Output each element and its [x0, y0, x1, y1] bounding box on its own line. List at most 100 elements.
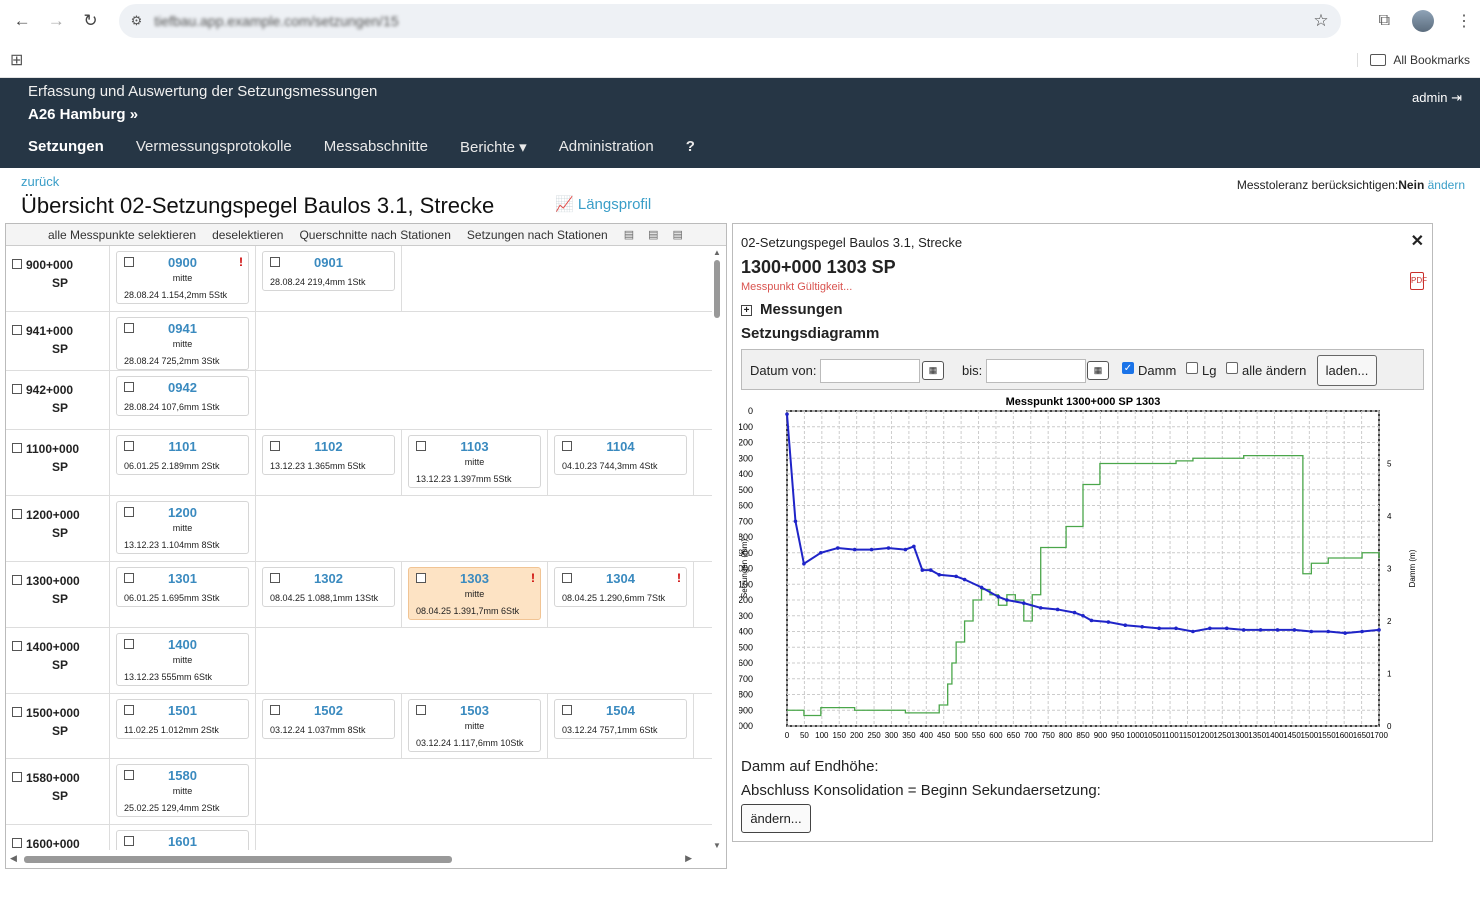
horizontal-scrollbar[interactable]: ◀ ▶	[6, 850, 712, 868]
scroll-up-icon[interactable]: ▲	[713, 248, 721, 257]
station-checkbox[interactable]	[12, 838, 22, 848]
point-name[interactable]: 1400	[117, 637, 248, 652]
logout-icon[interactable]: ⇥	[1451, 90, 1462, 105]
station-label[interactable]: 900+000 SP	[6, 246, 110, 311]
date-to-input[interactable]	[986, 359, 1086, 383]
point-card[interactable]: 1503 mitte 03.12.24 1.117,6mm 10Stk	[408, 699, 541, 752]
point-card[interactable]: 0901 28.08.24 219,4mm 1Stk	[262, 251, 395, 291]
point-name[interactable]: 1302	[263, 571, 394, 586]
close-icon[interactable]: ✕	[1411, 231, 1424, 251]
point-card[interactable]: 0942 28.08.24 107,6mm 1Stk	[116, 376, 249, 416]
apps-grid-icon[interactable]: ⊞	[10, 50, 23, 70]
point-name[interactable]: 1304	[555, 571, 686, 586]
point-card[interactable]: 1103 mitte 13.12.23 1.397mm 5Stk	[408, 435, 541, 488]
pdf-icon[interactable]: PDF	[1410, 272, 1427, 290]
back-link[interactable]: zurück	[21, 174, 59, 189]
station-label[interactable]: 1200+000 SP	[6, 496, 110, 561]
point-card[interactable]: 1502 03.12.24 1.037mm 8Stk	[262, 699, 395, 739]
profile-avatar[interactable]	[1412, 10, 1434, 32]
tolerance-change-link[interactable]: ändern	[1428, 178, 1465, 192]
date-from-input[interactable]	[820, 359, 920, 383]
excel-export-icon[interactable]: ▤	[624, 228, 634, 241]
scroll-down-icon[interactable]: ▼	[713, 841, 721, 850]
all-bookmarks[interactable]: All Bookmarks	[1357, 52, 1470, 67]
menu-help[interactable]: ?	[686, 138, 695, 156]
station-checkbox[interactable]	[12, 641, 22, 651]
point-card[interactable]: 1304 08.04.25 1.290,6mm 7Stk!	[554, 567, 687, 607]
station-label[interactable]: 1600+000SP	[6, 825, 110, 850]
point-name[interactable]: 1303	[409, 571, 540, 586]
menu-setzungen[interactable]: Setzungen	[28, 138, 104, 156]
station-label[interactable]: 941+000 SP	[6, 312, 110, 370]
settlements-button[interactable]: Setzungen nach Stationen	[467, 228, 608, 242]
point-name[interactable]: 1101	[117, 439, 248, 454]
point-name[interactable]: 1502	[263, 703, 394, 718]
reload-icon[interactable]: ↻	[76, 6, 104, 36]
station-label[interactable]: 1500+000 SP	[6, 694, 110, 758]
messungen-toggle[interactable]: + Messungen	[741, 301, 843, 318]
point-card[interactable]: 1504 03.12.24 757,1mm 6Stk	[554, 699, 687, 739]
menu-administration[interactable]: Administration	[559, 138, 654, 156]
point-name[interactable]: 0941	[117, 321, 248, 336]
forward-arrow-icon[interactable]: →	[42, 6, 70, 36]
point-name[interactable]: 1104	[555, 439, 686, 454]
point-name[interactable]: 1503	[409, 703, 540, 718]
point-card[interactable]: 1102 13.12.23 1.365mm 5Stk	[262, 435, 395, 475]
station-label[interactable]: 1580+000 SP	[6, 759, 110, 824]
vscroll-thumb[interactable]	[714, 260, 720, 318]
vertical-scrollbar[interactable]: ▲ ▼	[711, 246, 723, 850]
point-card[interactable]: 0900 mitte 28.08.24 1.154,2mm 5Stk!	[116, 251, 249, 304]
point-card[interactable]: 1101 06.01.25 2.189mm 2Stk	[116, 435, 249, 475]
point-name[interactable]: 1580	[117, 768, 248, 783]
station-label[interactable]: 1100+000 SP	[6, 430, 110, 495]
station-checkbox[interactable]	[12, 443, 22, 453]
point-card[interactable]: 1302 08.04.25 1.088,1mm 13Stk	[262, 567, 395, 607]
station-checkbox[interactable]	[12, 575, 22, 585]
deselect-button[interactable]: deselektieren	[212, 228, 283, 242]
point-card[interactable]: 0941 mitte 28.08.24 725,2mm 3Stk	[116, 317, 249, 370]
point-card[interactable]: 1400 mitte 13.12.23 555mm 6Stk	[116, 633, 249, 686]
station-checkbox[interactable]	[12, 325, 22, 335]
damm-checkbox[interactable]: ✓	[1122, 362, 1134, 374]
point-name[interactable]: 0942	[117, 380, 248, 395]
point-name[interactable]: 0901	[263, 255, 394, 270]
laengsprofil-link[interactable]: 📈 Längsprofil	[555, 195, 651, 213]
user-menu[interactable]: admin ⇥	[1412, 90, 1462, 106]
point-card[interactable]: 1601	[116, 830, 249, 850]
point-card[interactable]: 1301 06.01.25 1.695mm 3Stk	[116, 567, 249, 607]
validity-link[interactable]: Messpunkt Gültigkeit...	[741, 281, 852, 293]
project-name[interactable]: A26 Hamburg »	[28, 106, 138, 123]
expand-plus-icon[interactable]: +	[741, 305, 752, 316]
menu-vermessungsprotokolle[interactable]: Vermessungsprotokolle	[136, 138, 292, 156]
hscroll-thumb[interactable]	[24, 856, 452, 863]
point-name[interactable]: 1601	[117, 834, 248, 849]
point-name[interactable]: 1504	[555, 703, 686, 718]
bookmark-star-icon[interactable]: ☆	[1313, 11, 1328, 31]
browser-menu-icon[interactable]: ⋮	[1456, 11, 1472, 31]
menu-messabschnitte[interactable]: Messabschnitte	[324, 138, 428, 156]
scroll-right-icon[interactable]: ▶	[685, 853, 692, 864]
point-name[interactable]: 1501	[117, 703, 248, 718]
point-card[interactable]: 1580 mitte 25.02.25 129,4mm 2Stk	[116, 764, 249, 817]
back-arrow-icon[interactable]: ←	[8, 6, 36, 36]
site-settings-icon[interactable]: ⚙	[131, 13, 143, 29]
point-name[interactable]: 1103	[409, 439, 540, 454]
lg-checkbox[interactable]	[1186, 362, 1198, 374]
point-card[interactable]: 1303 mitte 08.04.25 1.391,7mm 6Stk!	[408, 567, 541, 620]
pdf-export-icon[interactable]: ▤	[648, 228, 658, 241]
point-card[interactable]: 1104 04.10.23 744,3mm 4Stk	[554, 435, 687, 475]
doc-export-icon[interactable]: ▤	[673, 228, 683, 241]
extensions-icon[interactable]: ⧉	[1379, 12, 1390, 30]
point-name[interactable]: 0900	[117, 255, 248, 270]
station-checkbox[interactable]	[12, 384, 22, 394]
station-checkbox[interactable]	[12, 259, 22, 269]
scroll-left-icon[interactable]: ◀	[10, 853, 17, 864]
point-card[interactable]: 1501 11.02.25 1.012mm 2Stk	[116, 699, 249, 739]
address-bar[interactable]: ⚙ tiefbau.app.example.com/setzungen/15 ☆	[118, 4, 1341, 38]
station-checkbox[interactable]	[12, 509, 22, 519]
point-name[interactable]: 1301	[117, 571, 248, 586]
laden-button[interactable]: laden...	[1317, 355, 1377, 386]
station-label[interactable]: 1300+000 SP	[6, 562, 110, 627]
cross-sections-button[interactable]: Querschnitte nach Stationen	[299, 228, 450, 242]
menu-berichte[interactable]: Berichte ▾	[460, 138, 527, 156]
